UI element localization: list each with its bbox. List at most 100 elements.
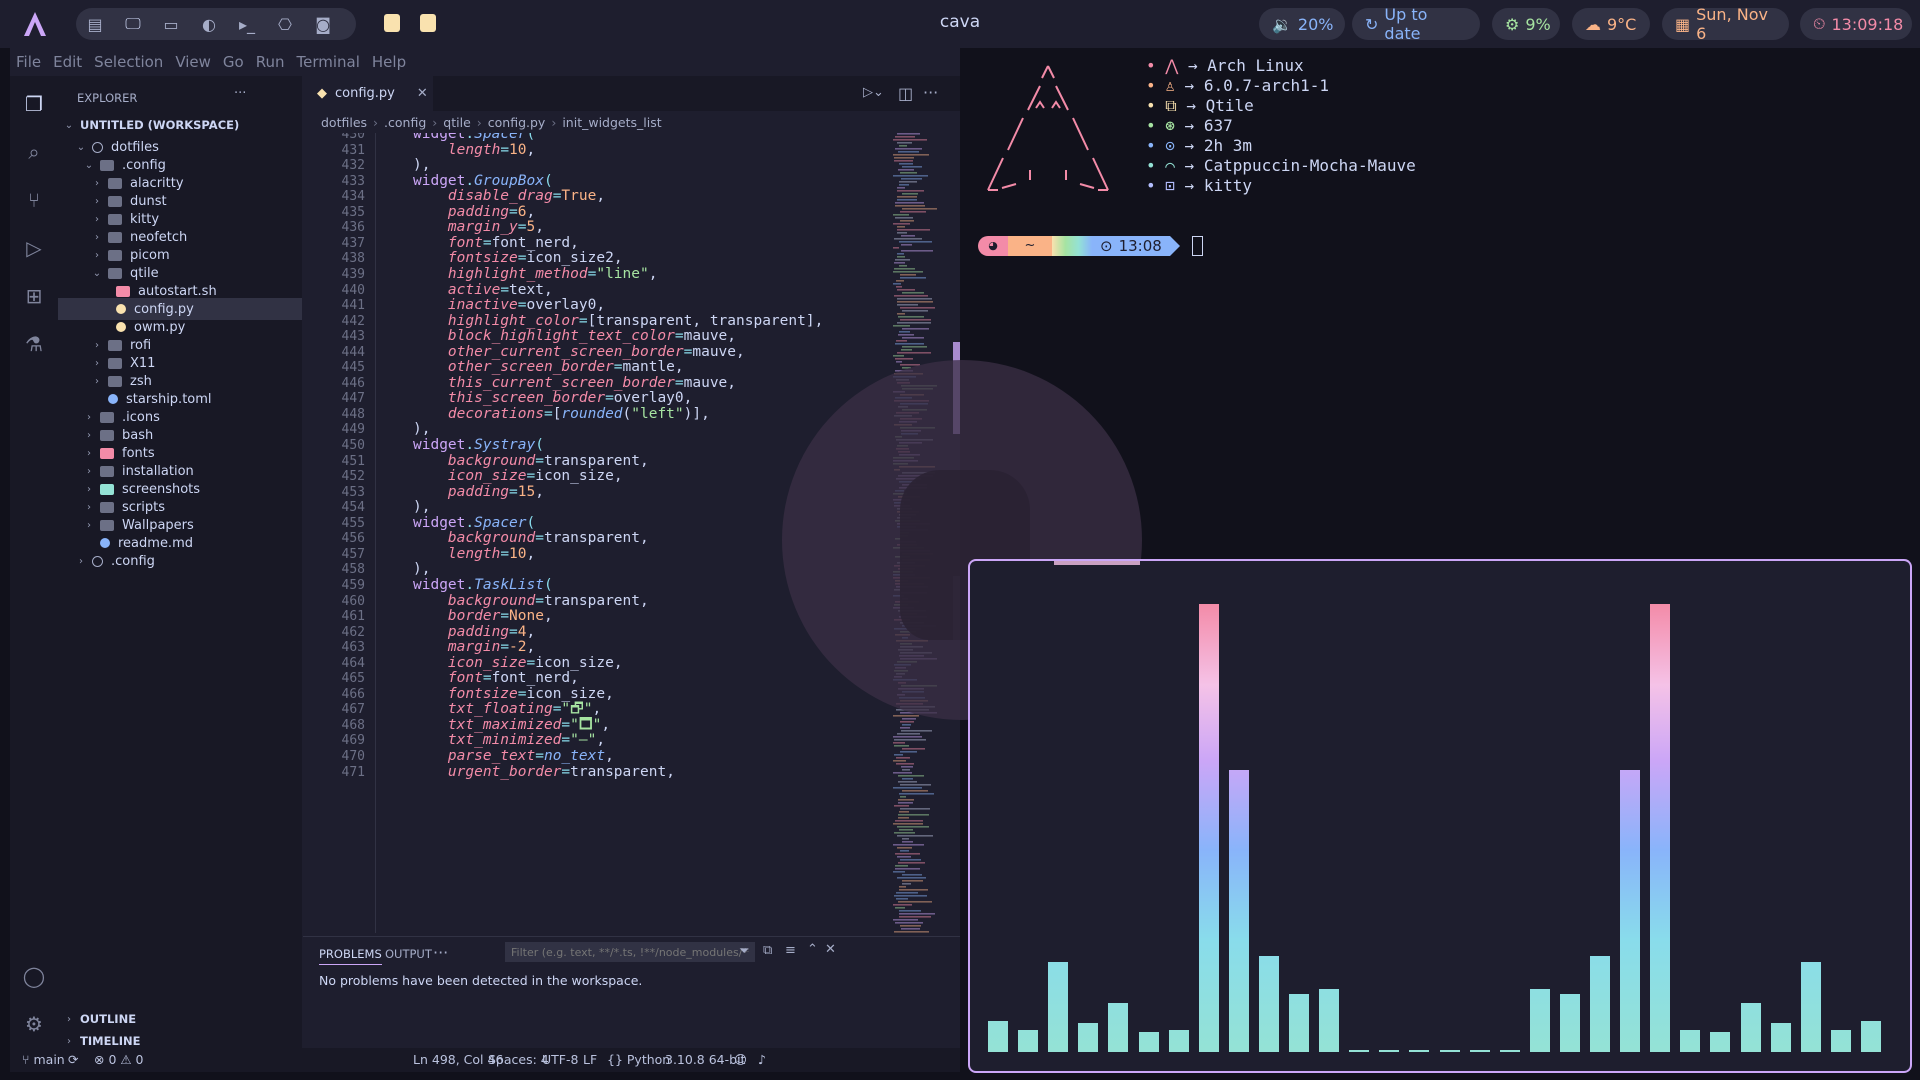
workspace-firefox-icon[interactable]: ◐: [190, 8, 228, 40]
neofetch-value: 2h 3m: [1203, 136, 1252, 155]
panel-more-icon[interactable]: ···: [433, 943, 448, 962]
kitty-terminal[interactable]: • ⋀ → Arch Linux • ♙ → 6.0.7-arch1-1 • ⧉ →…: [968, 48, 1912, 548]
line-number: 471: [341, 764, 365, 780]
breadcrumb-item[interactable]: .config: [384, 115, 426, 130]
minimap-line: [900, 784, 931, 786]
breadcrumb-item[interactable]: init_widgets_list: [562, 115, 661, 130]
maximize-panel-icon[interactable]: ⌃: [807, 942, 818, 957]
extensions-icon[interactable]: ⊞: [22, 284, 46, 308]
more-actions-icon[interactable]: ···: [234, 86, 246, 101]
source-control-icon[interactable]: ⑂: [22, 188, 46, 212]
workspace-header[interactable]: ⌄ UNTITLED (WORKSPACE): [58, 114, 302, 136]
minimap-line: [897, 826, 929, 828]
cava-visualizer-window[interactable]: [968, 559, 1912, 1073]
minimap-line: [894, 832, 915, 834]
breadcrumb-item[interactable]: config.py: [488, 115, 546, 130]
cava-bar: [1469, 1050, 1490, 1052]
workspace-display-icon[interactable]: ▭: [152, 8, 190, 40]
minimap-line: [895, 865, 908, 867]
tab-bar: ◆ config.py ✕ ▷⌄ ◫ ···: [303, 76, 960, 111]
line-ending[interactable]: LF: [583, 1052, 597, 1067]
search-icon[interactable]: ⌕: [22, 140, 46, 164]
account-icon[interactable]: ◯: [22, 964, 46, 988]
minimap-line: [894, 754, 903, 756]
notifications-bell-icon[interactable]: ♪: [758, 1052, 766, 1067]
tree-item-config[interactable]: › .config: [58, 550, 302, 572]
testing-icon[interactable]: ⚗: [22, 332, 46, 356]
menu-help[interactable]: Help: [372, 53, 406, 71]
arrow: →: [1174, 176, 1204, 195]
editor-more-icon[interactable]: ···: [923, 83, 938, 102]
updates-widget[interactable]: ↻ Up to date: [1352, 5, 1480, 43]
tab-config-py[interactable]: ◆ config.py ✕: [303, 76, 433, 111]
volume-icon: 🔉: [1272, 14, 1292, 34]
minimap-line: [894, 262, 905, 264]
menu-selection[interactable]: Selection: [94, 53, 163, 71]
cava-bar: [1168, 1030, 1189, 1052]
minimap-line: [897, 226, 905, 228]
neofetch-value: Arch Linux: [1207, 56, 1304, 75]
minimap-line: [900, 751, 917, 753]
view-as-list-icon[interactable]: ≡: [785, 943, 796, 958]
minimap-line: [902, 883, 911, 885]
tree-item-label: fonts: [122, 445, 155, 461]
problems-count[interactable]: ⊗ 0 ⚠ 0: [94, 1052, 144, 1067]
breadcrumb-item[interactable]: dotfiles: [321, 115, 367, 130]
cava-bar: [1710, 1032, 1731, 1052]
cpu-widget[interactable]: ⚙ 9%: [1492, 8, 1560, 40]
workspace-gamepad-icon[interactable]: ⎔: [266, 8, 304, 40]
run-icon[interactable]: ▷⌄: [863, 85, 884, 100]
minimap-line: [895, 358, 913, 360]
indentation[interactable]: Spaces: 4: [488, 1052, 549, 1067]
menu-run[interactable]: Run: [256, 53, 285, 71]
workspace-terminal-icon[interactable]: ▸_: [228, 8, 266, 40]
outline-label: OUTLINE: [80, 1012, 137, 1026]
close-panel-icon[interactable]: ✕: [825, 942, 836, 957]
volume-widget[interactable]: 🔉 20%: [1259, 8, 1345, 40]
weather-widget[interactable]: ☁ 9°C: [1572, 8, 1650, 40]
updates-status: Up to date: [1384, 5, 1428, 43]
breadcrumb-item[interactable]: qtile: [443, 115, 470, 130]
outline-section[interactable]: › OUTLINE: [58, 1008, 302, 1030]
tab-problems[interactable]: PROBLEMS: [319, 947, 382, 965]
arch-logo-icon[interactable]: [22, 10, 48, 38]
minimap-line: [902, 166, 922, 168]
problems-panel: PROBLEMS OUTPUT ··· ⏷ ⧉ ≡ ⌃ ✕ No problem…: [303, 936, 960, 1049]
settings-gear-icon[interactable]: ⚙: [22, 1012, 46, 1036]
collapse-all-icon[interactable]: ⧉: [763, 943, 772, 958]
window-title: cava: [939, 12, 981, 32]
date-widget[interactable]: ▦ Sun, Nov 6: [1662, 5, 1789, 43]
arrow: →: [1176, 96, 1206, 115]
close-tab-icon[interactable]: ✕: [417, 86, 428, 101]
tab-output[interactable]: OUTPUT: [385, 947, 432, 961]
cava-bar: [1499, 1050, 1520, 1052]
clock-widget[interactable]: ⏲ 13:09:18: [1800, 8, 1912, 40]
language-mode[interactable]: {} Python: [607, 1052, 670, 1067]
branch-status[interactable]: ⑂ main: [22, 1052, 65, 1067]
menu-file[interactable]: File: [16, 53, 41, 71]
tree-item-label: .icons: [122, 409, 160, 425]
filter-icon[interactable]: ⏷: [739, 944, 749, 959]
minimap-line: [899, 910, 921, 912]
split-editor-icon[interactable]: ◫: [898, 84, 913, 103]
feedback-icon[interactable]: ☺: [734, 1052, 747, 1067]
minimap-line: [894, 895, 927, 897]
workspace-monitor-icon[interactable]: 🖵: [114, 8, 152, 40]
encoding[interactable]: UTF-8: [542, 1052, 578, 1067]
task-terminal-icon-2[interactable]: [420, 14, 436, 32]
terminal-cursor: [1191, 236, 1203, 256]
run-debug-icon[interactable]: ▷: [22, 236, 46, 260]
problems-filter-input[interactable]: [505, 942, 755, 962]
workspace-editor-icon[interactable]: ▤: [76, 8, 114, 40]
menu-view[interactable]: View: [175, 53, 211, 71]
menu-terminal[interactable]: Terminal: [297, 53, 360, 71]
clock-value: 13:09:18: [1831, 14, 1904, 34]
workspace-discord-icon[interactable]: ◙: [304, 8, 342, 40]
minimap-line: [894, 157, 914, 159]
sync-icon[interactable]: ⟳: [68, 1052, 78, 1067]
minimap-line: [897, 190, 924, 192]
files-icon[interactable]: ❐: [22, 92, 46, 116]
menu-edit[interactable]: Edit: [53, 53, 82, 71]
menu-go[interactable]: Go: [223, 53, 244, 71]
task-terminal-icon-1[interactable]: [384, 14, 400, 32]
